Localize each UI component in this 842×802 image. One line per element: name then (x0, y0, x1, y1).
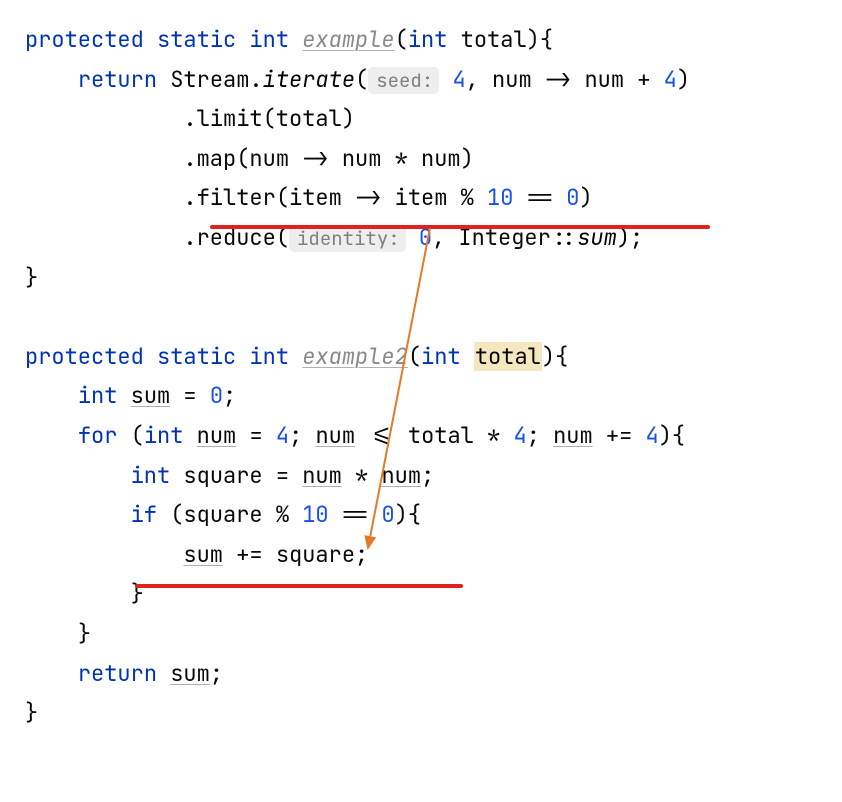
code-line: .reduce(identity: 0, Integer::sum); (25, 218, 817, 258)
method-call: iterate (263, 65, 355, 94)
code-line: .map(num -> num * num) (25, 139, 817, 179)
punct: ; (527, 421, 553, 450)
code-line: } (25, 574, 817, 614)
code-line: } (25, 693, 817, 733)
param-highlighted: total (474, 342, 542, 371)
method-call: .filter (183, 183, 275, 212)
code-line: .limit(total) (25, 99, 817, 139)
code-line: for (int num = 4; num <= total * 4; num … (25, 416, 817, 456)
number: 0 (210, 381, 223, 410)
var: num (315, 421, 355, 450)
code-line: } (25, 258, 817, 298)
keyword: static (157, 342, 236, 371)
punct: ; (223, 381, 236, 410)
var: sum (183, 540, 223, 569)
punct: ) (677, 65, 690, 94)
code-line: return Stream.iterate(seed: 4, num -> nu… (25, 60, 817, 100)
number: 10 (487, 183, 513, 212)
keyword: int (78, 381, 118, 410)
keyword: int (131, 461, 171, 490)
keyword: if (131, 500, 157, 529)
number: 0 (381, 500, 394, 529)
keyword: static (157, 25, 236, 54)
keyword: int (249, 342, 289, 371)
brace: } (78, 619, 91, 648)
blank-line (25, 297, 817, 337)
code-line: .filter(item -> item % 10 == 0) (25, 178, 817, 218)
code-line: int square = num * num; (25, 456, 817, 496)
text: (square % (157, 500, 302, 529)
class-ref: Stream (170, 65, 249, 94)
code-line: } (25, 614, 817, 654)
param-hint: identity: (289, 225, 406, 252)
args: (total) (263, 104, 355, 133)
method-decl: example2 (302, 342, 408, 371)
op: <= total * (355, 421, 513, 450)
code-block: protected static int example(int total){… (25, 20, 817, 733)
keyword: return (78, 65, 157, 94)
op: = (236, 421, 276, 450)
text: square = (170, 461, 302, 490)
var: num (302, 461, 342, 490)
punct: ; (289, 421, 315, 450)
code-line: protected static int example2(int total)… (25, 337, 817, 377)
code-line: protected static int example(int total){ (25, 20, 817, 60)
var: num (197, 421, 237, 450)
punct: ){ (395, 500, 421, 529)
number: 4 (452, 65, 465, 94)
lambda: , num -> num + (466, 65, 664, 94)
keyword: protected (25, 25, 144, 54)
red-underline-1 (210, 225, 710, 229)
punct: ; (210, 659, 223, 688)
method-call: .map (183, 144, 236, 173)
keyword: protected (25, 342, 144, 371)
code-line: if (square % 10 == 0){ (25, 495, 817, 535)
number: 4 (664, 65, 677, 94)
brace: } (25, 263, 38, 292)
op: == (329, 500, 382, 529)
keyword: int (408, 25, 448, 54)
keyword: return (78, 659, 157, 688)
keyword: int (144, 421, 184, 450)
text: += square; (223, 540, 368, 569)
keyword: int (249, 25, 289, 54)
keyword: for (78, 421, 118, 450)
op: = (170, 381, 210, 410)
code-line: sum += square; (25, 535, 817, 575)
method-call: .limit (183, 104, 262, 133)
param: total (461, 25, 527, 54)
punct: ; (421, 461, 434, 490)
op: += (593, 421, 646, 450)
op: == (513, 183, 566, 212)
method-decl: example (302, 25, 394, 54)
keyword: int (421, 342, 461, 371)
op: * (342, 461, 382, 490)
red-underline-2 (135, 584, 463, 588)
number: 4 (513, 421, 526, 450)
code-line: int sum = 0; (25, 376, 817, 416)
var: num (553, 421, 593, 450)
punct: ){ (659, 421, 685, 450)
var: sum (170, 659, 210, 688)
brace: } (25, 698, 38, 727)
code-line: return sum; (25, 654, 817, 694)
var: num (381, 461, 421, 490)
param-hint: seed: (368, 67, 439, 94)
args: (num -> num * num) (236, 144, 474, 173)
punct: ) (579, 183, 592, 212)
number: 0 (566, 183, 579, 212)
number: 10 (302, 500, 328, 529)
args: (item -> item % (276, 183, 487, 212)
number: 4 (646, 421, 659, 450)
number: 4 (276, 421, 289, 450)
var: sum (131, 381, 171, 410)
punct: ( (117, 421, 143, 450)
